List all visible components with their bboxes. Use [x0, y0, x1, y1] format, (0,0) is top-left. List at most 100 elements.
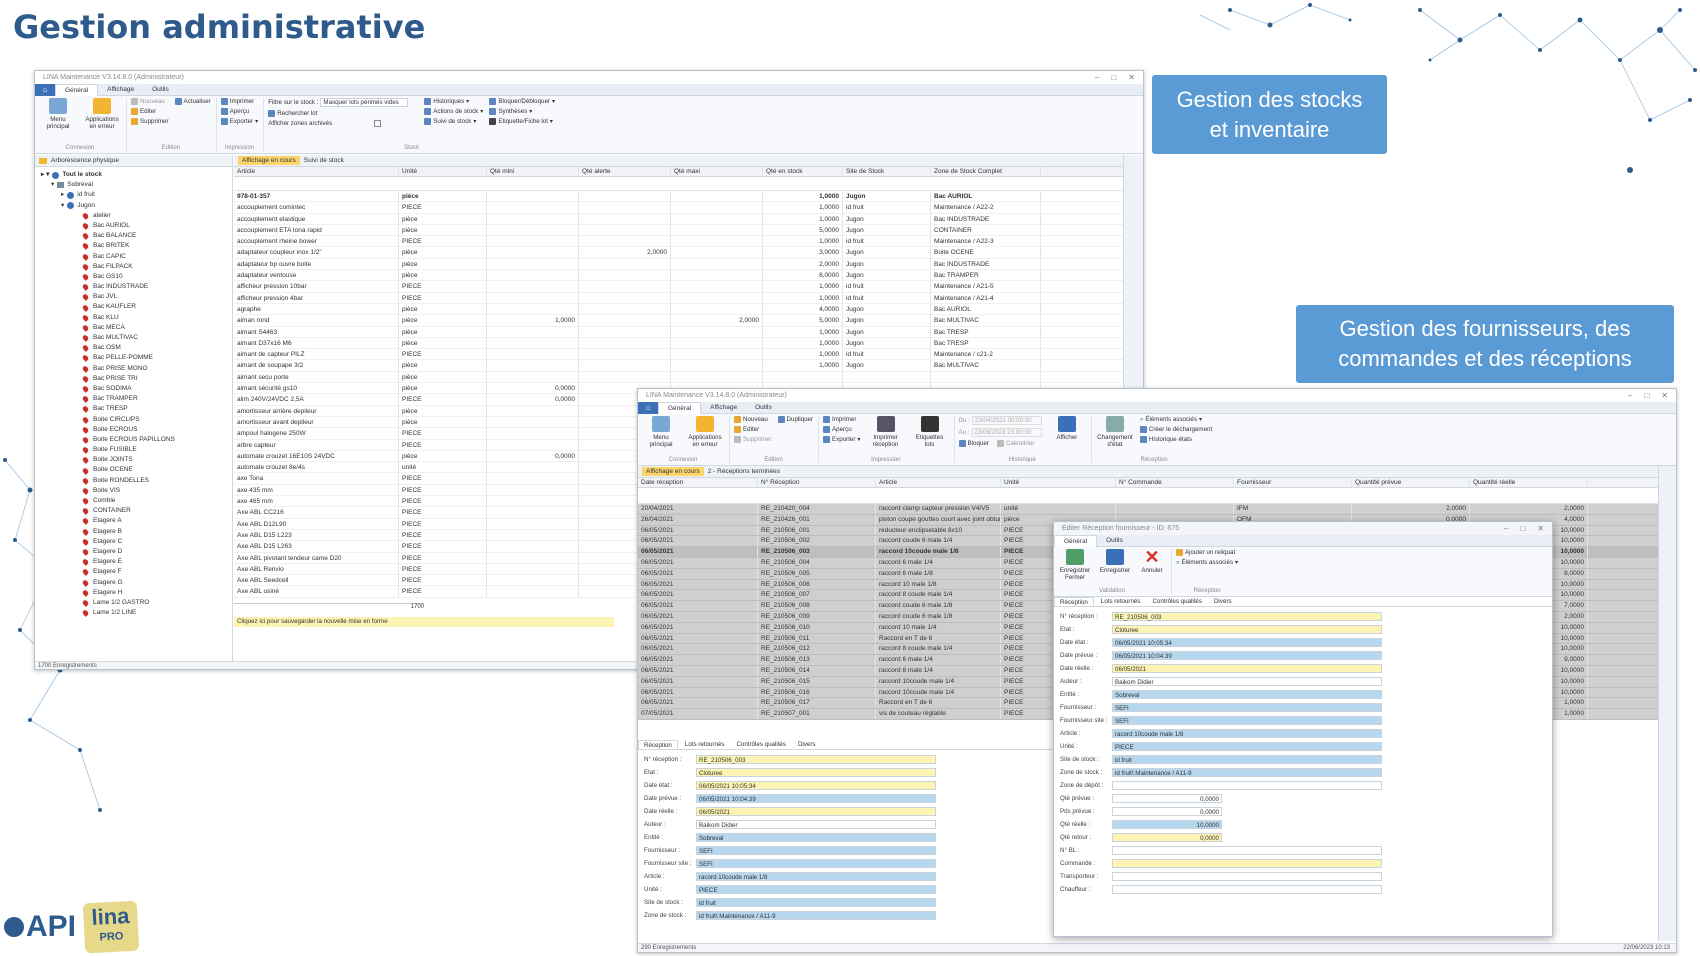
bloquer-button[interactable]: Bloquer/Débloquer ▾: [489, 98, 555, 105]
column-header[interactable]: Quantité prévue: [1352, 478, 1470, 487]
column-header[interactable]: Article: [876, 478, 1001, 487]
table-row[interactable]: aimant D37x16 M6 pièce 1,0000 Jugon Bac TRES…: [234, 337, 1124, 350]
enregistrer-fermer-button[interactable]: Enregistrer Fermer: [1058, 549, 1092, 581]
detail-tab[interactable]: Lots retournés: [680, 740, 730, 749]
tree-item[interactable]: Boite JOINTS: [81, 455, 232, 465]
tree-item[interactable]: Etagere A: [81, 516, 232, 526]
column-header[interactable]: N° Réception: [758, 478, 876, 487]
bloquer-button[interactable]: Bloquer: [958, 440, 989, 447]
field-input[interactable]: Cloturee: [1112, 625, 1382, 634]
home-icon[interactable]: ⌂: [638, 401, 658, 414]
filter-row[interactable]: [638, 488, 1658, 504]
field-input[interactable]: [1112, 859, 1382, 868]
column-header[interactable]: Qté mini: [487, 167, 579, 176]
filter-row[interactable]: [234, 177, 1124, 191]
column-header[interactable]: N° Commande: [1116, 478, 1234, 487]
column-header[interactable]: Unité: [1001, 478, 1116, 487]
tab-affichage[interactable]: Affichage: [98, 84, 143, 96]
minimize-icon[interactable]: –: [1504, 524, 1508, 533]
tree-item[interactable]: Bac KAUFLER: [81, 302, 232, 312]
tree-item[interactable]: Bac BALANCE: [81, 231, 232, 241]
tree-item[interactable]: Etagere G: [81, 578, 232, 588]
table-row[interactable]: adaptateur bp ouvre boite pièce 2,0000 Jugo…: [234, 258, 1124, 271]
annuler-button[interactable]: ✕ Annuler: [1138, 548, 1166, 581]
table-row[interactable]: aiman rond pièce 1,0000 2,0000 5,0000 Jugon Ba…: [234, 315, 1124, 327]
field-input[interactable]: id fruit\ Maintenance / A11-9: [696, 911, 936, 920]
exporter-button[interactable]: Exporter ▾: [823, 436, 861, 443]
tab-outils[interactable]: Outils: [1097, 535, 1132, 547]
field-input[interactable]: 0,0000: [1112, 794, 1222, 803]
dupliquer-button[interactable]: Dupliquer: [777, 416, 813, 423]
ajouter-reliquat-button[interactable]: Ajouter un reliquat: [1176, 549, 1238, 556]
field-input[interactable]: RE_210506_003: [696, 755, 936, 764]
maximize-icon[interactable]: □: [1111, 73, 1116, 82]
calendrier-button[interactable]: Calendrier: [996, 440, 1034, 447]
elements-associes-button[interactable]: » Éléments associés ▾: [1176, 559, 1238, 566]
table-row[interactable]: afficheur pression 10bar PIECE 1,0000 id fr…: [234, 281, 1124, 293]
tree-item[interactable]: Bac FILPACK: [81, 262, 232, 272]
du-input[interactable]: 23/04/2021 00:00:00: [971, 416, 1042, 425]
tab-general[interactable]: Général: [55, 83, 99, 96]
column-header[interactable]: Unité: [399, 167, 487, 176]
tree-item[interactable]: Bac PRISE TRI: [81, 374, 232, 384]
tree-item[interactable]: Bac KLU: [81, 313, 232, 323]
historiques-button[interactable]: Historiques ▾: [424, 98, 483, 105]
etiquette-button[interactable]: Etiquette/Fiche lot ▾: [489, 118, 555, 125]
field-input[interactable]: racord 10coude male 1/8: [696, 872, 936, 881]
tree-item[interactable]: Bac PELLE-POMME: [81, 353, 232, 363]
column-header[interactable]: Qté alerte: [579, 167, 671, 176]
tree-item[interactable]: Etagere E: [81, 557, 232, 567]
field-input[interactable]: [1112, 885, 1382, 894]
table-row[interactable]: accouplement ETA tona rapid pièce 5,0000 Ju…: [234, 224, 1124, 237]
tree-item[interactable]: Lame 1/2 GASTRO: [81, 598, 232, 608]
tree-item[interactable]: Bac BRITEK: [81, 241, 232, 251]
tree-item[interactable]: Etagere F: [81, 567, 232, 577]
tree-item[interactable]: Etagere B: [81, 527, 232, 537]
historique-etats-button[interactable]: Historique états: [1139, 436, 1212, 443]
table-row[interactable]: accouplement rheine bower PIECE 1,0000 id f…: [234, 236, 1124, 248]
field-input[interactable]: [1112, 846, 1382, 855]
detail-tab[interactable]: Divers: [793, 740, 821, 749]
field-input[interactable]: SEFI: [696, 846, 936, 855]
imprimer-reception-button[interactable]: Imprimer réception: [867, 416, 905, 448]
detail-tab[interactable]: Réception: [1054, 597, 1094, 606]
tree-item[interactable]: Bac JVL: [81, 292, 232, 302]
tree-item[interactable]: Etagere H: [81, 588, 232, 598]
apercu-button[interactable]: Aperçu: [220, 108, 259, 115]
field-input[interactable]: Cloturee: [696, 768, 936, 777]
table-row[interactable]: accouplement elastique pièce 1,0000 Jugon Ba…: [234, 213, 1124, 225]
tree-item[interactable]: Boite CIRCLIPS: [81, 415, 232, 425]
field-input[interactable]: 06/05/2021 10:04:39: [696, 794, 936, 803]
home-icon[interactable]: ⌂: [35, 83, 55, 96]
minimize-icon[interactable]: –: [1628, 391, 1632, 400]
table-row[interactable]: aimant secu porte pièce: [234, 371, 1124, 384]
field-input[interactable]: Sobreval: [1112, 690, 1382, 699]
field-input[interactable]: Baikom Didier: [1112, 677, 1382, 686]
tree-item[interactable]: Bac GS10: [81, 272, 232, 282]
column-header[interactable]: Qté maxi: [671, 167, 763, 176]
column-header[interactable]: Qté en stock: [763, 167, 843, 176]
etiquettes-lots-button[interactable]: Etiquettes lots: [911, 416, 949, 448]
column-header[interactable]: Quantité réelle: [1470, 478, 1588, 487]
tree-jugon[interactable]: ▾ Jugon: [39, 201, 232, 211]
nouveau-button[interactable]: Nouveau: [131, 98, 169, 105]
tree-item[interactable]: Etagere D: [81, 547, 232, 557]
apps-erreur-button[interactable]: Applications en erreur: [83, 98, 121, 130]
table-row[interactable]: adaptateur coupleur inox 1/2" pièce 2,0000…: [234, 247, 1124, 259]
field-input[interactable]: SEFI: [1112, 703, 1382, 712]
tree-item[interactable]: Bac TRAMPER: [81, 394, 232, 404]
field-input[interactable]: PIECE: [1112, 742, 1382, 751]
changement-etat-button[interactable]: Changement d'état: [1096, 416, 1134, 448]
table-row[interactable]: aimant de capteur PILZ PIECE 1,0000 id frui…: [234, 349, 1124, 361]
rechercher-lot-button[interactable]: Rechercher lot: [268, 110, 418, 117]
field-input[interactable]: [1112, 872, 1382, 881]
field-input[interactable]: 10,0000: [1112, 820, 1222, 829]
tree-item[interactable]: CONTAINER: [81, 506, 232, 516]
close-icon[interactable]: ✕: [1661, 391, 1668, 400]
table-row[interactable]: aimant de soupape 3/2 pièce 1,0000 Jugon Bac…: [234, 360, 1124, 372]
maximize-icon[interactable]: □: [1644, 391, 1649, 400]
table-row[interactable]: adaptateur ventouse pièce 8,0000 Jugon Bac T…: [234, 270, 1124, 282]
tree-item[interactable]: Bac OSM: [81, 343, 232, 353]
field-input[interactable]: 06/05/2021 10:05:34: [1112, 638, 1382, 647]
maximize-icon[interactable]: □: [1520, 524, 1525, 533]
